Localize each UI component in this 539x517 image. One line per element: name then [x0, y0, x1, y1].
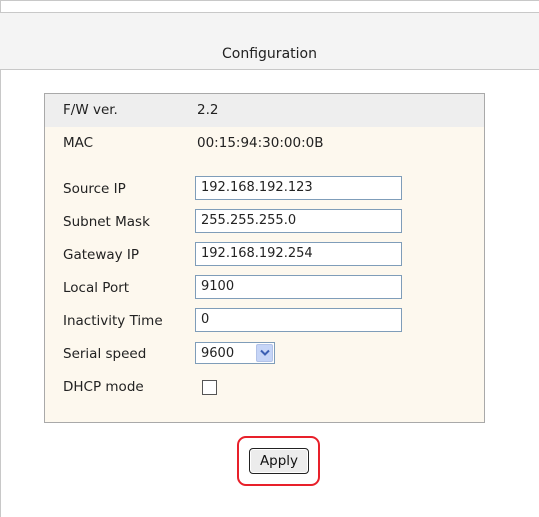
- row-serial-speed: Serial speed 9600: [45, 338, 484, 371]
- serial-speed-value: 9600: [201, 346, 235, 361]
- row-fw-version: F/W ver. 2.2: [45, 94, 484, 127]
- subnet-mask-input[interactable]: 255.255.255.0: [195, 209, 402, 233]
- page-title: Configuration: [222, 46, 317, 62]
- dhcp-mode-checkbox[interactable]: [202, 380, 217, 395]
- fw-version-value: 2.2: [197, 102, 219, 118]
- mac-value: 00:15:94:30:00:0B: [197, 135, 324, 151]
- inactivity-time-input[interactable]: 0: [195, 308, 402, 332]
- chevron-down-icon[interactable]: [256, 344, 273, 362]
- inactivity-time-label: Inactivity Time: [63, 313, 163, 329]
- dhcp-mode-label: DHCP mode: [63, 379, 144, 395]
- row-source-ip: Source IP 192.168.192.123: [45, 173, 484, 206]
- serial-speed-select[interactable]: 9600: [195, 342, 275, 364]
- local-port-label: Local Port: [63, 280, 130, 296]
- local-port-input[interactable]: 9100: [195, 275, 402, 299]
- fw-version-label: F/W ver.: [63, 102, 118, 118]
- row-dhcp-mode: DHCP mode: [45, 371, 484, 404]
- gateway-ip-label: Gateway IP: [63, 247, 140, 263]
- row-local-port: Local Port 9100: [45, 272, 484, 305]
- configuration-panel: F/W ver. 2.2 MAC 00:15:94:30:00:0B Sourc…: [44, 93, 485, 423]
- row-inactivity-time: Inactivity Time 0: [45, 305, 484, 338]
- row-subnet-mask: Subnet Mask 255.255.255.0: [45, 206, 484, 239]
- source-ip-input[interactable]: 192.168.192.123: [195, 176, 402, 200]
- gateway-ip-input[interactable]: 192.168.192.254: [195, 242, 402, 266]
- apply-button[interactable]: Apply: [249, 448, 309, 474]
- row-gateway-ip: Gateway IP 192.168.192.254: [45, 239, 484, 272]
- mac-label: MAC: [63, 135, 94, 151]
- row-mac: MAC 00:15:94:30:00:0B: [45, 127, 484, 160]
- subnet-mask-label: Subnet Mask: [63, 214, 150, 230]
- serial-speed-label: Serial speed: [63, 346, 147, 362]
- source-ip-label: Source IP: [63, 181, 126, 197]
